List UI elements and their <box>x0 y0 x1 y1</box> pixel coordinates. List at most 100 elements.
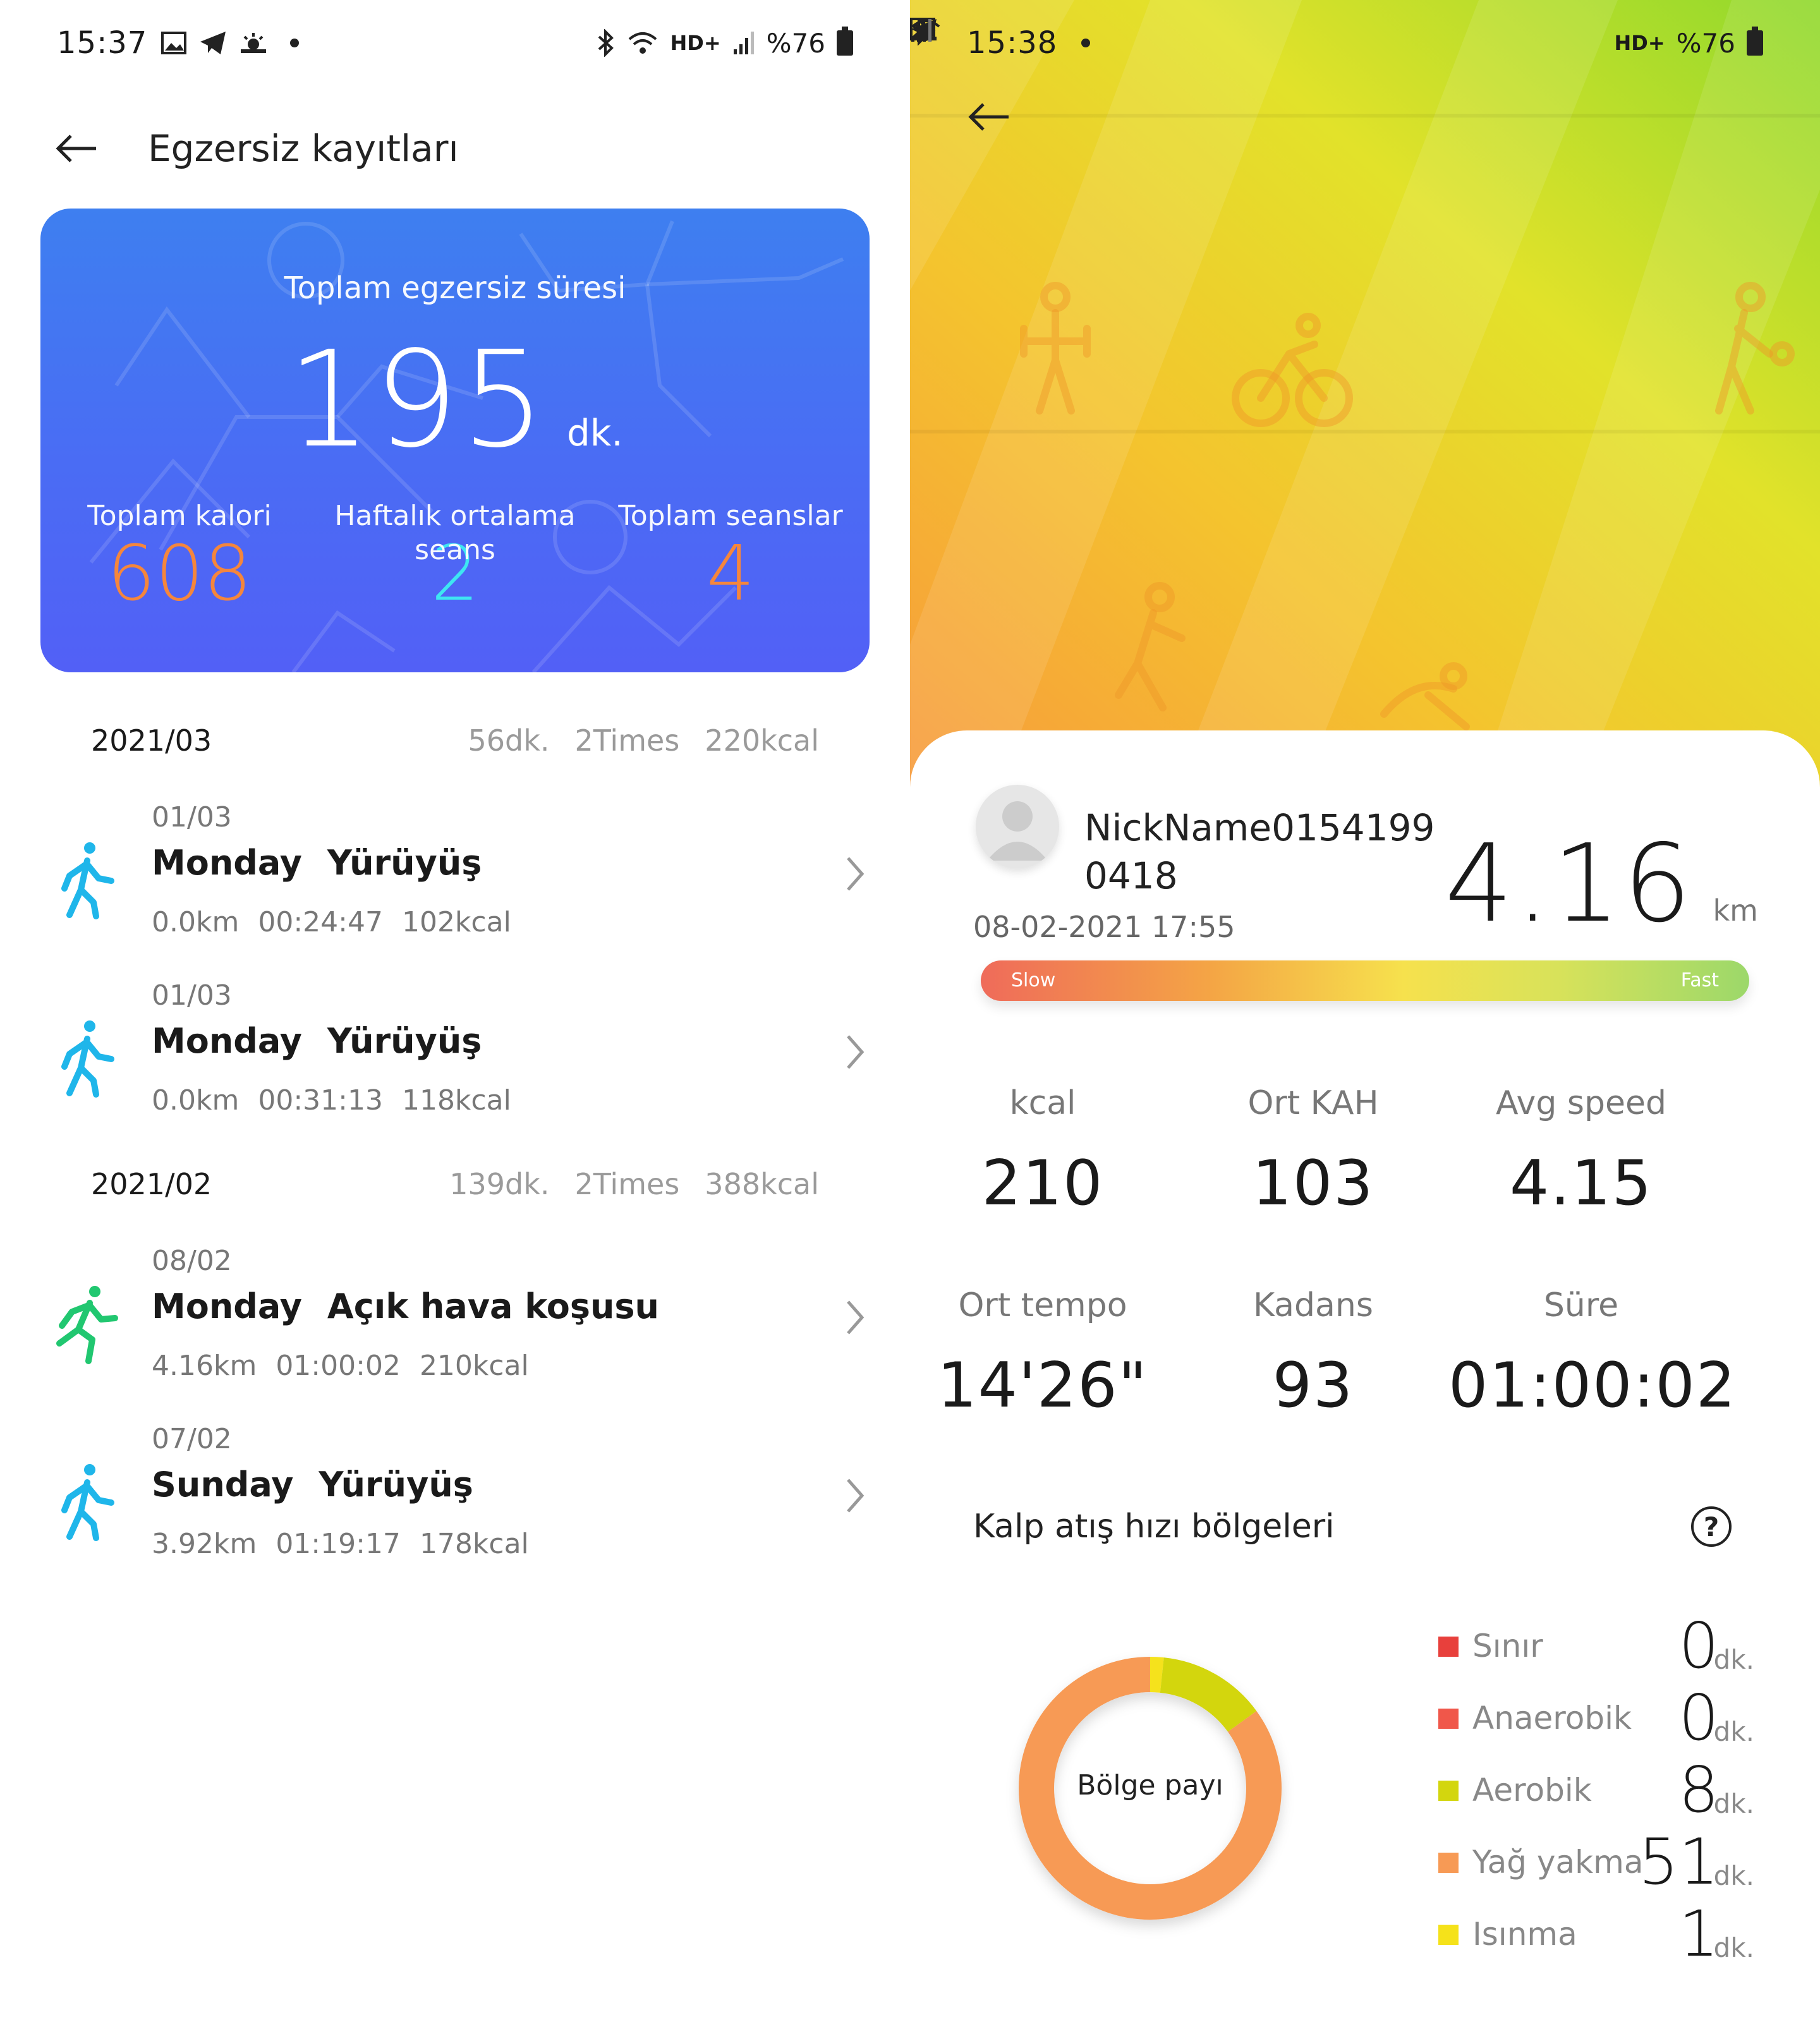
zone-swatch <box>1438 1853 1459 1873</box>
month-header: 2021/03 56dk. 2Times 220kcal <box>91 715 910 766</box>
zone-row-anaerobic: Anaerobik 0 dk. <box>1438 1683 1754 1753</box>
record-calories: 102kcal <box>401 906 511 938</box>
heart-rate-zones-title: Kalp atış hızı bölgeleri <box>973 1508 1335 1546</box>
weather-icon <box>241 33 267 53</box>
month-calories: 388kcal <box>705 1167 819 1201</box>
month-title: 2021/03 <box>91 723 212 758</box>
month-calories: 220kcal <box>705 723 819 758</box>
zone-row-aerobic: Aerobik 8 dk. <box>1438 1755 1754 1825</box>
running-icon <box>56 1286 118 1364</box>
back-arrow-icon[interactable] <box>54 126 111 171</box>
zone-unit: dk. <box>1713 1716 1754 1747</box>
chevron-right-icon <box>847 1035 864 1069</box>
metric-avg-pace: Ort tempo 14'26" <box>910 1286 1175 1422</box>
zone-value: 8 <box>1678 1753 1719 1827</box>
metric-label: kcal <box>1009 1084 1076 1122</box>
stat-weekly-average-sessions: Haftalık ortalama seans 2 <box>316 499 594 615</box>
metric-value: 93 <box>1272 1350 1354 1422</box>
status-time: 15:38 <box>967 25 1058 61</box>
stat-value: 608 <box>107 530 252 618</box>
record-activity: Açık hava koşusu <box>327 1286 659 1326</box>
record-activity: Yürüyüş <box>327 843 482 883</box>
distance-unit: km <box>1713 893 1758 928</box>
zone-name: Aerobik <box>1472 1772 1592 1808</box>
month-title: 2021/02 <box>91 1167 212 1201</box>
record-date: 08/02 <box>152 1245 232 1277</box>
zone-swatch <box>1438 1637 1459 1657</box>
record-day: Monday <box>152 1021 302 1061</box>
record-distance: 0.0km <box>152 1084 240 1117</box>
zone-name: Isınma <box>1472 1916 1577 1952</box>
stat-total-sessions: Toplam seanslar 4 <box>592 499 870 615</box>
bluetooth-icon <box>598 29 614 57</box>
total-duration-unit: dk. <box>566 411 623 454</box>
signal-icon <box>911 19 931 42</box>
walking-icon <box>61 1020 114 1098</box>
zone-unit: dk. <box>1713 1644 1754 1675</box>
speed-gradient-bar: Slow Fast <box>981 960 1749 1001</box>
exercise-detail-screen: 15:38 HD+ %76 NickName01541990418 08-02-… <box>910 0 1820 2022</box>
gallery-icon <box>161 32 187 54</box>
zone-swatch <box>1438 1925 1459 1945</box>
zone-row-fat-burn: Yağ yakma 51 dk. <box>1438 1827 1754 1897</box>
notification-dot <box>1081 39 1091 47</box>
stat-total-calories: Toplam kalori 608 <box>40 499 318 615</box>
record-date: 01/03 <box>152 979 232 1012</box>
signal-icon <box>733 32 754 54</box>
record-activity: Yürüyüş <box>327 1021 482 1061</box>
user-nickname: NickName01541990418 <box>1084 806 1435 897</box>
status-bar: 15:38 HD+ %76 <box>910 18 1820 68</box>
status-time: 15:37 <box>57 25 148 61</box>
record-item[interactable]: 07/02 Sunday Yürüyüş 3.92km 01:19:17 178kca… <box>51 1423 872 1581</box>
metric-label: Süre <box>1543 1286 1619 1324</box>
network-type: HD+ <box>1614 31 1665 55</box>
metric-value: 4.15 <box>1509 1147 1653 1220</box>
wifi-icon <box>629 32 657 54</box>
battery-icon <box>1747 27 1763 56</box>
record-calories: 178kcal <box>419 1528 529 1560</box>
record-activity: Yürüyüş <box>318 1465 473 1504</box>
record-duration: 01:19:17 <box>276 1528 401 1560</box>
chevron-right-icon <box>847 857 864 891</box>
record-duration: 00:24:47 <box>258 906 383 938</box>
month-duration: 139dk. <box>449 1167 550 1201</box>
zone-swatch <box>1438 1781 1459 1801</box>
speed-fast-label: Fast <box>1680 969 1719 991</box>
zone-swatch <box>1438 1709 1459 1729</box>
metric-value: 103 <box>1252 1147 1374 1220</box>
chevron-right-icon <box>847 1300 864 1335</box>
battery-icon <box>837 27 853 56</box>
distance-value: 4.16 <box>1445 821 1694 947</box>
battery-level: %76 <box>766 27 825 59</box>
record-calories: 118kcal <box>401 1084 511 1117</box>
metric-avg-heart-rate: Ort KAH 103 <box>1180 1084 1446 1220</box>
metric-avg-speed: Avg speed 4.15 <box>1448 1084 1714 1220</box>
zone-row-warm-up: Isınma 1 dk. <box>1438 1899 1754 1969</box>
record-distance: 0.0km <box>152 906 240 938</box>
telegram-icon <box>200 32 226 54</box>
metric-value: 210 <box>981 1147 1104 1220</box>
stat-value: 4 <box>706 530 755 618</box>
chevron-right-icon <box>847 1479 864 1513</box>
total-duration-value: 195 <box>287 322 548 477</box>
record-item[interactable]: 01/03 Monday Yürüyüş 0.0km 00:31:13 118kcal <box>51 979 872 1137</box>
zone-value: 1 <box>1678 1897 1719 1971</box>
walking-icon <box>61 1464 114 1541</box>
zone-unit: dk. <box>1713 1788 1754 1819</box>
help-icon[interactable]: ? <box>1691 1506 1732 1547</box>
stat-label: Haftalık ortalama seans <box>334 500 576 566</box>
stat-label: Toplam kalori <box>87 500 272 532</box>
record-item[interactable]: 01/03 Monday Yürüyüş 0.0km 00:24:47 102kcal <box>51 801 872 959</box>
metric-label: Avg speed <box>1496 1084 1666 1122</box>
session-datetime: 08-02-2021 17:55 <box>973 910 1235 944</box>
app-header: Egzersiz kayıtları <box>54 120 910 177</box>
metric-label: Ort KAH <box>1247 1084 1379 1122</box>
metric-kcal: kcal 210 <box>910 1084 1175 1220</box>
summary-card: Toplam egzersiz süresi 195 dk. Toplam kal… <box>40 209 870 672</box>
status-bar: 15:37 HD+ %76 <box>0 18 910 68</box>
notification-dot <box>290 39 300 47</box>
hero-banner: 15:38 HD+ %76 <box>910 0 1820 790</box>
record-item[interactable]: 08/02 Monday Açık hava koşusu 4.16km 01:00… <box>51 1245 872 1403</box>
walking-icon <box>61 842 114 919</box>
zone-value: 0 <box>1678 1609 1719 1683</box>
